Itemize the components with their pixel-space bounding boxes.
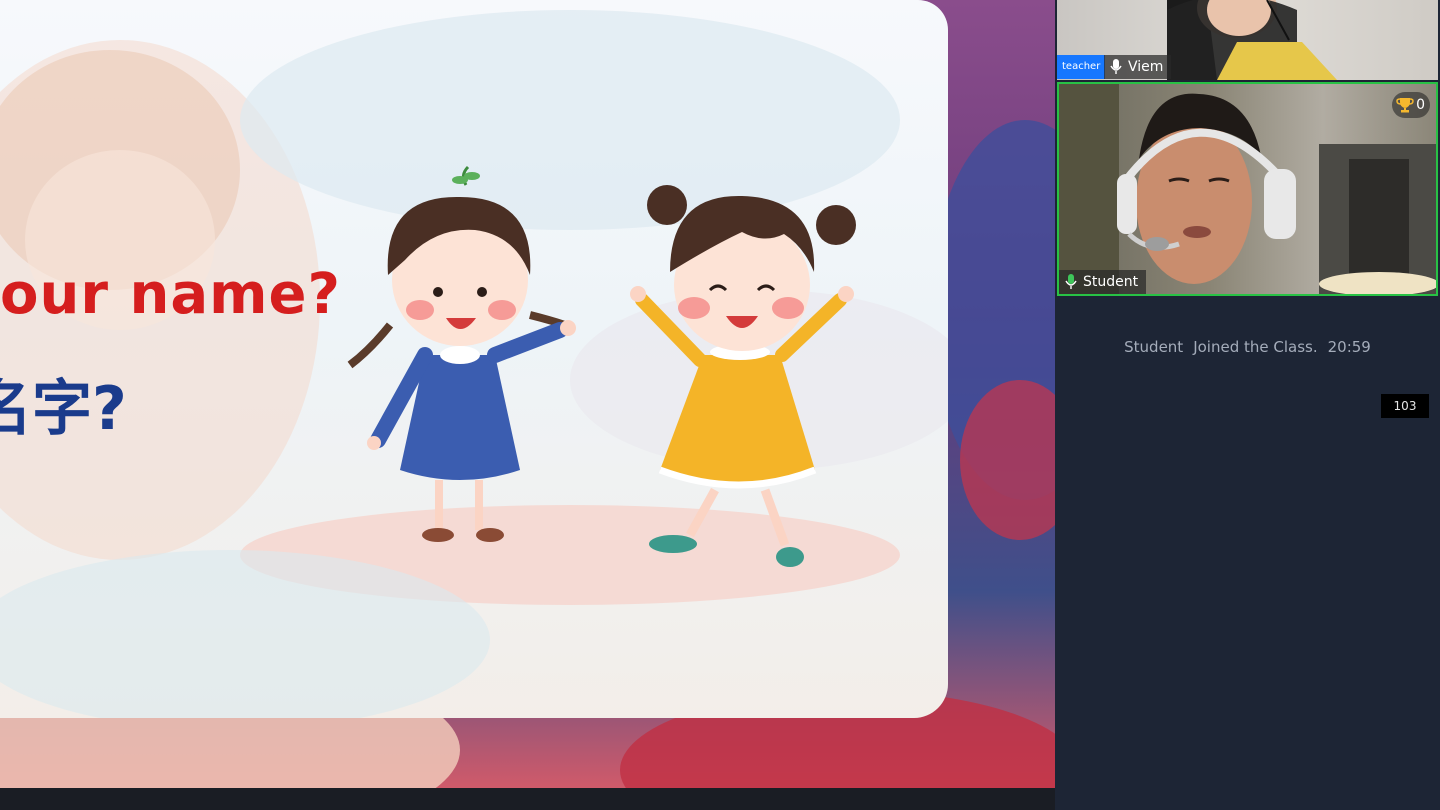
teacher-name-label: Viem	[1104, 55, 1172, 79]
counter-badge: 103	[1381, 394, 1429, 418]
student-name: Student	[1083, 274, 1139, 290]
stage-bottom-bar	[0, 788, 1055, 810]
lesson-slide: our name? 名字?	[0, 0, 948, 718]
slide-question-chinese: 名字?	[0, 374, 127, 444]
student-video-feed	[1059, 84, 1436, 294]
student-name-label: Student	[1059, 270, 1147, 294]
trophy-icon	[1396, 98, 1414, 113]
teacher-video-tile[interactable]: teacher Viem	[1057, 0, 1438, 80]
teacher-name: Viem	[1128, 59, 1164, 75]
online-classroom: our name? 名字? teacher Viem 0 Student Stu…	[0, 0, 1440, 810]
microphone-icon	[1065, 274, 1077, 289]
join-time: 20:59	[1327, 338, 1371, 356]
join-text: Joined the Class.	[1193, 338, 1318, 356]
teacher-role-badge: teacher	[1057, 55, 1106, 79]
join-notification: Student Joined the Class. 20:59	[1057, 338, 1438, 356]
chat-activity-panel: Student Joined the Class. 20:59 103	[1057, 300, 1438, 810]
trophy-count: 0	[1416, 97, 1425, 113]
microphone-icon	[1110, 59, 1122, 74]
student-video-tile[interactable]: 0 Student	[1057, 82, 1438, 296]
lesson-stage: our name? 名字?	[0, 0, 1055, 788]
trophy-counter: 0	[1392, 92, 1430, 118]
join-user-name: Student	[1124, 338, 1184, 356]
slide-question-english: our name?	[0, 262, 341, 327]
slide-illustration	[0, 10, 948, 718]
